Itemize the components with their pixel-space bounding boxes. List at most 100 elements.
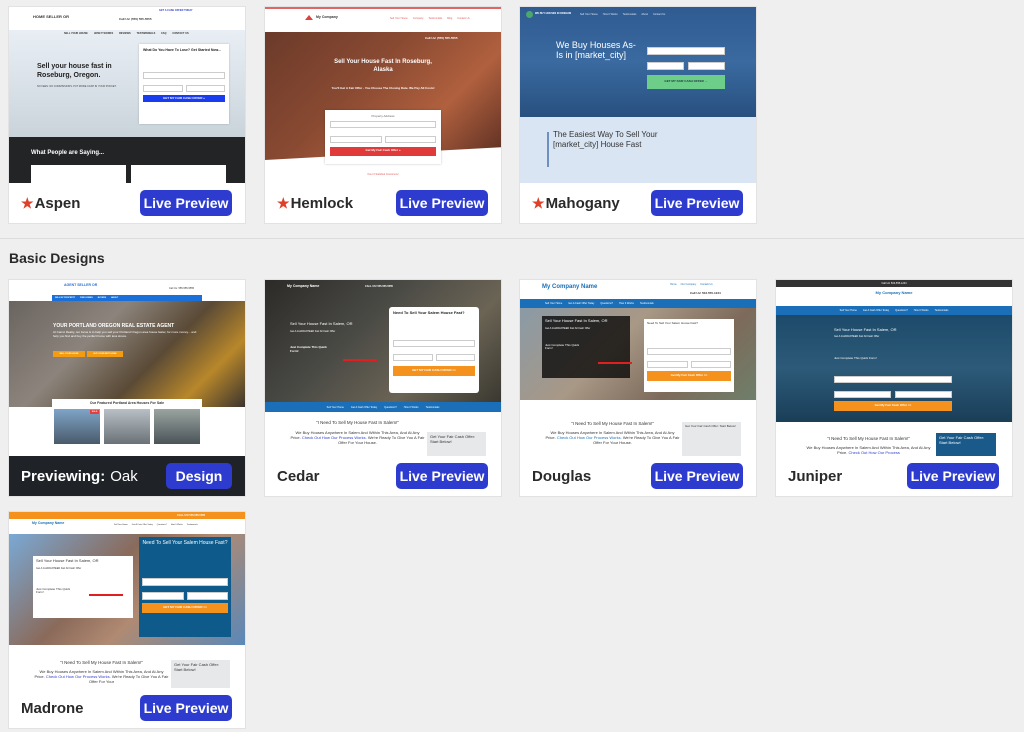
preview-nav-item: SELL MY PROPERTY	[55, 296, 76, 299]
preview-nav-item: FIND HOMES	[80, 296, 93, 299]
preview-nav-item: Get A Cash Offer Today	[350, 405, 378, 409]
preview-headline: We Buy Houses As-Is in [market_city]	[556, 40, 636, 61]
preview-hero-text: Sell Your House Fast In Salem, OR	[290, 321, 353, 326]
preview-form-title: What Do You Have To Lose? Get Started No…	[143, 48, 222, 52]
arrow-icon	[89, 594, 123, 596]
preview-side-title: Get Your Fair Cash Offer: Start Below!	[936, 433, 996, 456]
design-card-juniper[interactable]: Call Us! 503-555-1234 My Company Name Se…	[775, 279, 1013, 497]
preview-nav-item: Testimonials	[186, 524, 198, 526]
preview-nav-item: SELL YOUR HOUSE	[64, 32, 88, 35]
design-preview-thumbnail[interactable]: Call Us! 503-555-1234 My Company Name Se…	[776, 280, 1012, 456]
preview-hero-sub: Get A GUARANTEED Fair All Cash Offer	[290, 330, 336, 333]
preview-hero-cta: Just Complete This Quick Form!	[290, 345, 327, 353]
star-icon: ★	[277, 194, 290, 211]
preview-topbar: CALL US! 555-555-5555	[9, 512, 245, 519]
preview-side-title: Get Your Fair Cash Offer: Start Below!	[682, 422, 741, 456]
preview-form-title: Need To Sell Your Salem House Fast?	[142, 540, 228, 546]
preview-nav-item: How It Works	[403, 405, 419, 409]
card-footer: Douglas Live Preview	[520, 456, 756, 496]
preview-cta: GET MY FAIR CASH OFFER >>	[142, 603, 228, 613]
preview-nav-item: Sell Your Home	[114, 524, 128, 526]
preview-nav-item: Questions?	[156, 524, 167, 526]
design-button[interactable]: Design	[166, 463, 232, 489]
preview-hero-sub: Get A GUARANTEED Fair All Cash Offer	[545, 326, 591, 330]
preview-cta: Get My Fair Cash Offer >>	[647, 370, 731, 381]
preview-nav-item: Testimonials	[428, 17, 443, 20]
preview-nav-item: Sell Your Home	[839, 309, 857, 312]
design-card-cedar[interactable]: My Company Name CALL US! 555-555-5555 Se…	[264, 279, 502, 497]
design-card-mahogany[interactable]: WE BUY HOUSES IN OREGON Sell Your House …	[519, 6, 757, 224]
preview-subtext: NO FEES. NO COMMISSIONS. PUT MORE CASH I…	[37, 85, 117, 88]
card-footer: Cedar Live Preview	[265, 456, 501, 496]
preview-form-title: Need To Sell Your Salem House Fast?	[647, 321, 698, 325]
design-name: Cedar	[277, 467, 320, 485]
preview-body: We Buy Houses Anywhere In Salem And With…	[34, 669, 169, 684]
design-card-aspen[interactable]: HOME SELLER OR Call Us! (555) 555-5555 G…	[8, 6, 246, 224]
preview-brand: My Company Name	[32, 521, 65, 525]
preview-nav-item: About	[641, 13, 648, 16]
preview-brand: My Company	[316, 15, 338, 19]
preview-quote: "I Need To Sell My House Fast In Salem!"	[316, 420, 399, 425]
design-preview-thumbnail[interactable]: CALL US! 555-555-5555 My Company Name Se…	[9, 512, 245, 688]
preview-headline: Sell Your House Fast In Roseburg, Alaska	[334, 59, 432, 73]
design-name: Previewing: Oak	[21, 467, 138, 485]
preview-nav-item: Questions?	[895, 309, 908, 312]
logo-icon	[526, 11, 533, 18]
design-preview-thumbnail[interactable]: My Company Name Home Our Company Contact…	[520, 280, 756, 456]
design-card-douglas[interactable]: My Company Name Home Our Company Contact…	[519, 279, 757, 497]
live-preview-button[interactable]: Live Preview	[396, 190, 488, 216]
live-preview-button[interactable]: Live Preview	[396, 463, 488, 489]
design-card-madrone[interactable]: CALL US! 555-555-5555 My Company Name Se…	[8, 511, 246, 729]
design-name: ★ Hemlock	[277, 194, 354, 212]
preview-nav-item: REVIEWS	[119, 32, 131, 35]
preview-nav-item: Blog	[447, 17, 453, 20]
preview-nav-item: Testimonials	[622, 13, 637, 16]
design-name: Juniper	[788, 467, 843, 485]
preview-brand: WE BUY HOUSES IN OREGON	[535, 12, 572, 15]
design-card-oak[interactable]: AGENT SELLER OR Call Us: 555-555-5555 SE…	[8, 279, 246, 497]
preview-nav-item: Sell Your House	[390, 17, 408, 20]
live-preview-button[interactable]: Live Preview	[140, 190, 232, 216]
preview-cta: GET MY FAIR CASH OFFER >>	[393, 365, 475, 376]
preview-brand: My Company Name	[542, 284, 598, 290]
preview-nav-item: Testimonials	[639, 302, 654, 305]
preview-brand: HOME SELLER OR	[33, 14, 70, 19]
design-preview-thumbnail[interactable]: My Company Name CALL US! 555-555-5555 Se…	[265, 280, 501, 456]
preview-quote: "I Need To Sell My House Fast In Salem!"	[827, 436, 910, 441]
design-preview-thumbnail[interactable]: My Company Sell Your House Company Testi…	[265, 7, 501, 183]
preview-hero-text: Sell Your House Fast In Salem, OR	[545, 318, 608, 323]
preview-form-label: Property Address	[371, 114, 395, 118]
preview-body: We Buy Houses Anywhere In Salem And With…	[290, 430, 425, 445]
preview-hero-cta: Just Complete This Quick Form!	[36, 586, 71, 595]
preview-phone: Call Us: 555-555-5555	[169, 287, 195, 290]
design-preview-thumbnail[interactable]: HOME SELLER OR Call Us! (555) 555-5555 G…	[9, 7, 245, 183]
sold-badge: SOLD	[90, 410, 99, 414]
preview-nav-item: How It Works	[170, 524, 183, 526]
house-logo-icon	[305, 15, 313, 20]
preview-cta: Get My Fair Cash Offer »	[330, 146, 436, 156]
preview-phone: CALL US! 555-555-5555	[365, 285, 393, 288]
preview-cta: SELL YOUR HOUSE	[53, 351, 85, 357]
design-preview-thumbnail[interactable]: AGENT SELLER OR Call Us: 555-555-5555 SE…	[9, 280, 245, 456]
live-preview-button[interactable]: Live Preview	[140, 695, 232, 721]
card-footer: Madrone Live Preview	[9, 688, 245, 728]
design-card-hemlock[interactable]: My Company Sell Your House Company Testi…	[264, 6, 502, 224]
live-preview-button[interactable]: Live Preview	[651, 463, 743, 489]
preview-body: We Buy Houses Anywhere In Salem And With…	[545, 430, 680, 445]
preview-phone: Call Us! (555) 555-5555	[425, 36, 458, 40]
preview-phone: Call Us! 503-555-1234	[690, 291, 721, 295]
section-divider	[0, 238, 1024, 239]
preview-cta: Get My Fair Cash Offer >>	[834, 401, 952, 411]
preview-nav-item: Sell Your Home	[326, 405, 344, 409]
design-preview-thumbnail[interactable]: WE BUY HOUSES IN OREGON Sell Your House …	[520, 7, 756, 183]
preview-headline: Sell your house fast in Roseburg, Oregon…	[37, 63, 112, 80]
preview-quote: "I Need To Sell My House Fast In Salem!"	[60, 660, 143, 665]
preview-nav-item: BUYERS	[97, 296, 107, 299]
live-preview-button[interactable]: Live Preview	[907, 463, 999, 489]
preview-side-title: Get Your Fair Cash Offer: Start Below!	[427, 432, 486, 456]
preview-side-title: Get Your Fair Cash Offer: Start Below!	[171, 660, 230, 688]
design-name: ★ Aspen	[21, 194, 81, 212]
preview-section-title: The Easiest Way To Sell Your [market_cit…	[553, 130, 658, 149]
live-preview-button[interactable]: Live Preview	[651, 190, 743, 216]
preview-nav-item: Sell Your House	[580, 13, 598, 16]
